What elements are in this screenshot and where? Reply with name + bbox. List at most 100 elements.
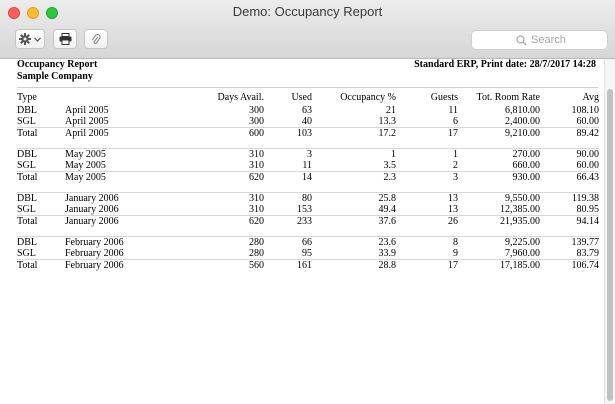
cell-days-avail: 280 — [249, 248, 264, 259]
cell-days-avail: 310 — [249, 160, 264, 171]
cell-occupancy: 13.3 — [378, 116, 397, 127]
table-row: SGL May 2005 310 11 3.5 2 660.00 60.00 — [17, 160, 599, 172]
cell-type: SGL — [17, 116, 36, 127]
printer-icon — [59, 33, 71, 45]
title-bar: Demo: Occupancy Report Search — [0, 0, 615, 59]
cell-room-rate: 9,210.00 — [458, 127, 540, 139]
cell-avg: 90.00 — [540, 148, 599, 160]
cell-period: February 2006 — [65, 236, 161, 248]
print-info: Standard ERP, Print date: 28/7/2017 14:2… — [414, 59, 596, 70]
cell-occupancy: 33.9 — [378, 248, 397, 259]
cell-days-avail: 620 — [161, 171, 264, 183]
cell-occupancy: 23.6 — [312, 236, 396, 248]
operations-menu-button[interactable] — [15, 29, 45, 49]
print-button[interactable] — [53, 29, 77, 49]
cell-used: 233 — [264, 215, 312, 227]
cell-guests: 26 — [396, 215, 458, 227]
cell-occupancy: 17.2 — [312, 127, 396, 139]
column-header-days-avail: Days Avail. — [217, 92, 264, 103]
cell-avg: 60.00 — [576, 116, 600, 127]
table-total-row: Total January 2006 620 233 37.6 26 21,935.00 94… — [17, 215, 599, 227]
cell-used: 103 — [264, 127, 312, 139]
cell-type: SGL — [17, 160, 36, 171]
cell-avg: 119.38 — [540, 192, 599, 204]
table-row: DBL April 2005 300 63 21 11 6,810.00 108.10 — [17, 105, 599, 116]
cell-type: Total — [17, 127, 65, 139]
cell-guests: 13 — [448, 204, 458, 215]
cell-occupancy: 2.3 — [312, 171, 396, 183]
cell-avg: 94.14 — [540, 215, 599, 227]
cell-used: 3 — [264, 148, 312, 160]
group-spacer — [17, 183, 599, 193]
company-name: Sample Company — [17, 71, 93, 82]
table-total-row: Total April 2005 600 103 17.2 17 9,210.00 89.42 — [17, 127, 599, 139]
cell-room-rate: 930.00 — [458, 171, 540, 183]
table-total-row: Total February 2006 560 161 28.8 17 17,185.00 1… — [17, 259, 599, 271]
cell-type: DBL — [17, 105, 37, 116]
cell-occupancy: 1 — [312, 148, 396, 160]
cell-days-avail: 600 — [161, 127, 264, 139]
table-row: DBL February 2006 280 66 23.6 8 9,225.00 139.77 — [17, 236, 599, 248]
cell-guests: 1 — [396, 148, 458, 160]
column-header-period — [65, 91, 161, 105]
cell-period: February 2006 — [65, 259, 161, 271]
cell-occupancy: 25.8 — [312, 192, 396, 204]
cell-period: April 2005 — [65, 105, 109, 116]
chevron-down-icon — [34, 36, 41, 42]
cell-occupancy: 49.4 — [378, 204, 397, 215]
table-row: SGL February 2006 280 95 33.9 9 7,960.00 83.79 — [17, 248, 599, 260]
cell-type: Total — [17, 215, 65, 227]
cell-period: May 2005 — [65, 148, 161, 160]
cell-guests: 11 — [448, 105, 458, 116]
cell-period: January 2006 — [65, 215, 161, 227]
cell-occupancy: 28.8 — [312, 259, 396, 271]
search-placeholder: Search — [531, 34, 566, 46]
table-row: DBL January 2006 310 80 25.8 13 9,550.00 119.38 — [17, 192, 599, 204]
search-field[interactable]: Search — [471, 30, 608, 50]
cell-days-avail: 300 — [249, 105, 264, 116]
cell-used: 40 — [302, 116, 312, 127]
attach-button[interactable] — [84, 29, 108, 49]
cell-guests: 6 — [453, 116, 458, 127]
cell-type: Total — [17, 171, 65, 183]
vertical-scrollbar[interactable] — [604, 59, 615, 404]
cell-guests: 3 — [396, 171, 458, 183]
cell-type: SGL — [17, 204, 36, 215]
cell-type: DBL — [17, 236, 65, 248]
cell-type: DBL — [17, 148, 65, 160]
column-header-guests: Guests — [430, 92, 458, 103]
cell-room-rate: 660.00 — [512, 160, 541, 171]
cell-room-rate: 12,385.00 — [500, 204, 540, 215]
cell-occupancy: 21 — [386, 105, 396, 116]
cell-used: 153 — [297, 204, 312, 215]
column-header-occupancy: Occupancy % — [340, 92, 396, 103]
gear-icon — [19, 33, 31, 45]
cell-used: 95 — [302, 248, 312, 259]
cell-used: 63 — [302, 105, 312, 116]
table-row: SGL April 2005 300 40 13.3 6 2,400.00 60.00 — [17, 116, 599, 128]
window-title: Demo: Occupancy Report — [232, 4, 383, 19]
cell-room-rate: 7,960.00 — [505, 248, 540, 259]
report-title: Occupancy Report — [17, 59, 98, 70]
cell-avg: 80.95 — [576, 204, 600, 215]
cell-room-rate: 17,185.00 — [458, 259, 540, 271]
cell-days-avail: 560 — [161, 259, 264, 271]
table-total-row: Total May 2005 620 14 2.3 3 930.00 66.43 — [17, 171, 599, 183]
cell-period: February 2006 — [65, 248, 124, 259]
cell-guests: 13 — [396, 192, 458, 204]
column-header-avg: Avg — [582, 92, 599, 103]
report-table: Type Days Avail. Used Occupancy % Guests… — [17, 91, 599, 271]
report-content: Occupancy Report Sample Company Standard… — [0, 59, 604, 404]
cell-period: May 2005 — [65, 171, 161, 183]
cell-period: January 2006 — [65, 204, 119, 215]
search-icon — [516, 34, 527, 45]
cell-period: January 2006 — [65, 192, 161, 204]
cell-period: April 2005 — [65, 127, 161, 139]
cell-days-avail: 310 — [161, 192, 264, 204]
cell-room-rate: 21,935.00 — [458, 215, 540, 227]
cell-avg: 108.10 — [571, 105, 600, 116]
cell-room-rate: 6,810.00 — [505, 105, 540, 116]
cell-used: 14 — [264, 171, 312, 183]
scrollbar-thumb[interactable] — [607, 89, 613, 401]
cell-period: April 2005 — [65, 116, 109, 127]
